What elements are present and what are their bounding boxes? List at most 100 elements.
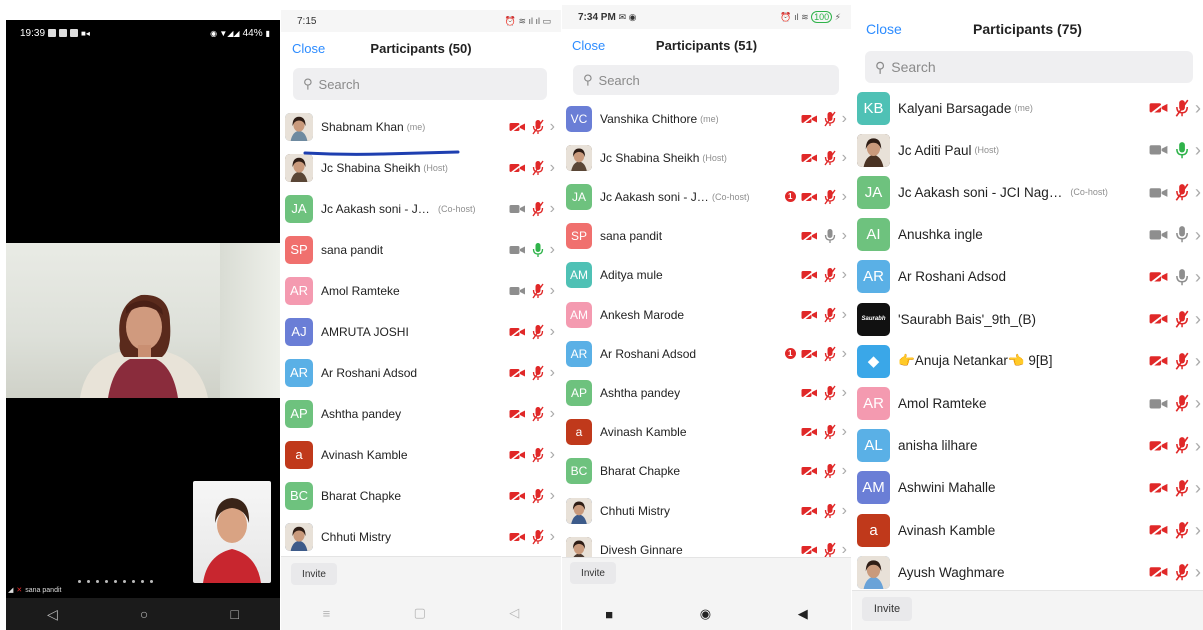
participant-row[interactable]: BC Bharat Chapke › xyxy=(562,452,851,491)
chevron-right-icon[interactable]: › xyxy=(550,487,555,505)
recents-icon[interactable]: □ xyxy=(230,606,238,622)
chevron-right-icon[interactable]: › xyxy=(1195,139,1201,161)
chevron-right-icon[interactable]: › xyxy=(842,149,847,167)
participant-row[interactable]: ◆ 👉Anuja Netankar👈 9[B] › xyxy=(852,340,1203,382)
chevron-right-icon[interactable]: › xyxy=(842,306,847,324)
participant-row[interactable]: AR Ar Roshani Adsod 1 › xyxy=(562,334,851,373)
participant-row[interactable]: AL anisha lilhare › xyxy=(852,425,1203,467)
participant-row[interactable]: AR Amol Ramteke › xyxy=(281,270,561,311)
participant-row[interactable]: SP sana pandit › xyxy=(562,217,851,256)
back-icon[interactable]: ◁ xyxy=(509,605,519,621)
search-input[interactable]: ⚲ Search xyxy=(293,68,547,100)
chevron-right-icon[interactable]: › xyxy=(842,384,847,402)
participant-name: Ashtha pandey xyxy=(321,406,402,421)
chevron-right-icon[interactable]: › xyxy=(842,345,847,363)
chevron-right-icon[interactable]: › xyxy=(1195,97,1201,119)
back-icon[interactable]: ◀ xyxy=(798,606,808,622)
chevron-right-icon[interactable]: › xyxy=(842,502,847,520)
chevron-right-icon[interactable]: › xyxy=(842,227,847,245)
chevron-right-icon[interactable]: › xyxy=(550,323,555,341)
chevron-right-icon[interactable]: › xyxy=(1195,308,1201,330)
mic-muted-icon xyxy=(532,324,544,339)
chevron-right-icon[interactable]: › xyxy=(550,159,555,177)
chevron-right-icon[interactable]: › xyxy=(842,423,847,441)
chevron-right-icon[interactable]: › xyxy=(1195,181,1201,203)
close-button[interactable]: Close xyxy=(292,41,325,56)
participant-row[interactable]: Jc Shabina Sheikh (Host) › xyxy=(562,138,851,177)
chevron-right-icon[interactable]: › xyxy=(1195,519,1201,541)
participant-row[interactable]: Jc Aditi Paul (Host) › xyxy=(852,129,1203,171)
chevron-right-icon[interactable]: › xyxy=(1195,224,1201,246)
participant-row[interactable]: AJ AMRUTA JOSHI › xyxy=(281,311,561,352)
chevron-right-icon[interactable]: › xyxy=(842,110,847,128)
chevron-right-icon[interactable]: › xyxy=(1195,435,1201,457)
participant-row[interactable]: SP sana pandit › xyxy=(281,229,561,270)
participant-row[interactable]: AP Ashtha pandey › xyxy=(562,373,851,412)
recents-icon[interactable]: ■ xyxy=(605,607,613,622)
participant-row[interactable]: a Avinash Kamble › xyxy=(562,413,851,452)
video-off-icon xyxy=(801,152,817,164)
search-input[interactable]: ⚲ Search xyxy=(865,51,1193,83)
chevron-right-icon[interactable]: › xyxy=(1195,392,1201,414)
participant-row[interactable]: AM Ankesh Marode › xyxy=(562,295,851,334)
participant-row[interactable]: AR Ar Roshani Adsod › xyxy=(852,256,1203,298)
participant-row[interactable]: a Avinash Kamble › xyxy=(852,509,1203,551)
chevron-right-icon[interactable]: › xyxy=(550,200,555,218)
participant-row[interactable]: Chhuti Mistry › xyxy=(562,491,851,530)
participant-name: Jc Shabina Sheikh xyxy=(321,160,421,175)
chevron-right-icon[interactable]: › xyxy=(1195,561,1201,583)
menu-icon[interactable]: ≡ xyxy=(323,606,331,621)
avatar-photo-icon xyxy=(857,133,890,167)
chevron-right-icon[interactable]: › xyxy=(550,364,555,382)
participant-row[interactable]: a Avinash Kamble › xyxy=(281,434,561,475)
participant-name: Avinash Kamble xyxy=(600,425,687,440)
chevron-right-icon[interactable]: › xyxy=(1195,266,1201,288)
participant-row[interactable]: BC Bharat Chapke › xyxy=(281,475,561,516)
participant-row[interactable]: VC Vanshika Chithore (me) › xyxy=(562,99,851,138)
mic-on-icon xyxy=(1175,142,1188,159)
home-icon[interactable]: ◉ xyxy=(700,606,711,622)
chevron-right-icon[interactable]: › xyxy=(842,188,847,206)
mic-muted-icon xyxy=(1175,99,1189,117)
chevron-right-icon[interactable]: › xyxy=(550,405,555,423)
video-on-icon xyxy=(1149,398,1168,409)
home-icon[interactable]: ○ xyxy=(140,606,148,622)
close-button[interactable]: Close xyxy=(866,21,902,37)
participant-row[interactable]: KB Kalyani Barsagade (me) › xyxy=(852,87,1203,129)
self-video-feed[interactable] xyxy=(193,481,271,583)
chevron-right-icon[interactable]: › xyxy=(550,282,555,300)
participant-row[interactable]: AI Anushka ingle › xyxy=(852,214,1203,256)
video-off-icon xyxy=(801,348,817,360)
chevron-right-icon[interactable]: › xyxy=(842,266,847,284)
participant-row[interactable]: Saurabh 'Saurabh Bais'_9th_(B) › xyxy=(852,298,1203,340)
participant-row[interactable]: JA Jc Aakash soni - JCI Nagp... (Co-host) › xyxy=(852,171,1203,213)
participant-controls: › xyxy=(509,405,555,423)
chevron-right-icon[interactable]: › xyxy=(1195,477,1201,499)
participant-row[interactable]: AM Aditya mule › xyxy=(562,256,851,295)
main-video-feed[interactable] xyxy=(6,243,280,398)
back-icon[interactable]: ◁ xyxy=(47,606,58,623)
participant-row[interactable]: JA Jc Aakash soni - JCI... (Co-host) › xyxy=(281,188,561,229)
chevron-right-icon[interactable]: › xyxy=(1195,350,1201,372)
participant-row[interactable]: AR Amol Ramteke › xyxy=(852,382,1203,424)
invite-button[interactable]: Invite xyxy=(291,563,337,585)
participant-row[interactable]: AM Ashwini Mahalle › xyxy=(852,467,1203,509)
participant-row[interactable]: Chhuti Mistry › xyxy=(281,516,561,557)
chevron-right-icon[interactable]: › xyxy=(550,241,555,259)
invite-button[interactable]: Invite xyxy=(570,562,616,584)
participant-row[interactable]: Shabnam Khan (me) › xyxy=(281,106,561,147)
participant-row[interactable]: Ayush Waghmare › xyxy=(852,551,1203,593)
participant-name: Jc Aakash soni - JCI... xyxy=(321,201,435,216)
chevron-right-icon[interactable]: › xyxy=(550,528,555,546)
home-icon[interactable]: ▢ xyxy=(414,605,426,621)
close-button[interactable]: Close xyxy=(572,38,605,53)
chevron-right-icon[interactable]: › xyxy=(842,462,847,480)
participant-row[interactable]: AR Ar Roshani Adsod › xyxy=(281,352,561,393)
avatar: AP xyxy=(285,399,313,428)
participant-row[interactable]: AP Ashtha pandey › xyxy=(281,393,561,434)
participant-row[interactable]: JAJc Aakash soni - JCI N...(Co-host)1› xyxy=(562,177,851,216)
chevron-right-icon[interactable]: › xyxy=(550,446,555,464)
chevron-right-icon[interactable]: › xyxy=(550,118,555,136)
search-input[interactable]: ⚲ Search xyxy=(573,65,839,95)
invite-button[interactable]: Invite xyxy=(862,597,912,621)
